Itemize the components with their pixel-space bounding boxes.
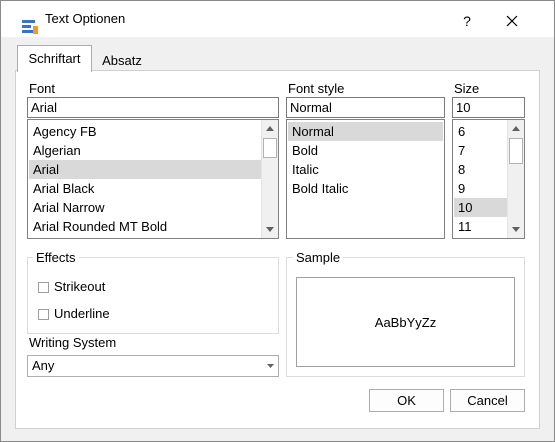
cancel-button[interactable]: Cancel bbox=[450, 389, 525, 412]
help-button[interactable]: ? bbox=[452, 10, 482, 32]
list-item[interactable]: Arial Black bbox=[29, 179, 261, 198]
sample-text: AaBbYyZz bbox=[374, 315, 437, 330]
font-size-list[interactable]: 6 7 8 9 10 11 bbox=[452, 119, 525, 239]
list-item-selected[interactable]: Arial bbox=[29, 160, 261, 179]
font-size-input[interactable]: 10 bbox=[452, 97, 525, 118]
close-icon[interactable] bbox=[497, 10, 527, 32]
font-style-list[interactable]: Normal Bold Italic Bold Italic bbox=[286, 119, 445, 239]
scrollbar-thumb[interactable] bbox=[263, 138, 277, 158]
list-item-selected[interactable]: Normal bbox=[288, 122, 443, 141]
size-label: Size bbox=[454, 81, 480, 96]
effects-label: Effects bbox=[33, 250, 79, 265]
writing-system-value: Any bbox=[32, 358, 55, 373]
list-item[interactable]: 7 bbox=[454, 141, 507, 160]
title-bar: Text Optionen ? bbox=[1, 1, 554, 37]
scrollbar-thumb[interactable] bbox=[509, 138, 523, 164]
underline-checkbox[interactable] bbox=[38, 309, 49, 320]
tab-schriftart[interactable]: Schriftart bbox=[17, 45, 92, 72]
font-style-label: Font style bbox=[288, 81, 345, 96]
list-item-selected[interactable]: 10 bbox=[454, 198, 507, 217]
scroll-up-icon[interactable] bbox=[508, 120, 524, 137]
list-item[interactable]: Arial Rounded MT Bold bbox=[29, 217, 261, 236]
font-name-list[interactable]: Agency FB Algerian Arial Arial Black Ari… bbox=[27, 119, 279, 239]
text-format-app-icon bbox=[22, 20, 38, 34]
scroll-down-icon[interactable] bbox=[508, 221, 524, 238]
strikeout-label[interactable]: Strikeout bbox=[54, 279, 105, 294]
list-item[interactable]: 9 bbox=[454, 179, 507, 198]
chevron-down-icon[interactable] bbox=[267, 364, 274, 369]
font-list-scrollbar[interactable] bbox=[261, 120, 278, 238]
underline-label[interactable]: Underline bbox=[54, 306, 110, 321]
font-name-input[interactable]: Arial bbox=[27, 97, 279, 118]
sample-preview: AaBbYyZz bbox=[296, 277, 515, 367]
strikeout-checkbox[interactable] bbox=[38, 282, 49, 293]
font-label: Font bbox=[29, 81, 56, 96]
writing-system-select[interactable]: Any bbox=[27, 355, 279, 377]
font-style-input[interactable]: Normal bbox=[286, 97, 445, 118]
list-item[interactable]: 8 bbox=[454, 160, 507, 179]
list-item[interactable]: Agency FB bbox=[29, 122, 261, 141]
list-item[interactable]: Arial Narrow bbox=[29, 198, 261, 217]
list-item[interactable]: Bold Italic bbox=[288, 179, 443, 198]
scroll-down-icon[interactable] bbox=[262, 221, 278, 238]
list-item[interactable]: Algerian bbox=[29, 141, 261, 160]
writing-system-label: Writing System bbox=[29, 335, 117, 350]
list-item[interactable]: 11 bbox=[454, 217, 507, 236]
sample-label: Sample bbox=[293, 250, 344, 265]
effects-group bbox=[27, 257, 279, 334]
list-item[interactable]: 6 bbox=[454, 122, 507, 141]
text-options-dialog: Text Optionen ? Schriftart Absatz Font A… bbox=[0, 0, 555, 442]
ok-button[interactable]: OK bbox=[369, 389, 444, 412]
list-item[interactable]: Italic bbox=[288, 160, 443, 179]
list-item[interactable]: Bold bbox=[288, 141, 443, 160]
window-title: Text Optionen bbox=[45, 11, 126, 26]
size-list-scrollbar[interactable] bbox=[507, 120, 524, 238]
scroll-up-icon[interactable] bbox=[262, 120, 278, 137]
